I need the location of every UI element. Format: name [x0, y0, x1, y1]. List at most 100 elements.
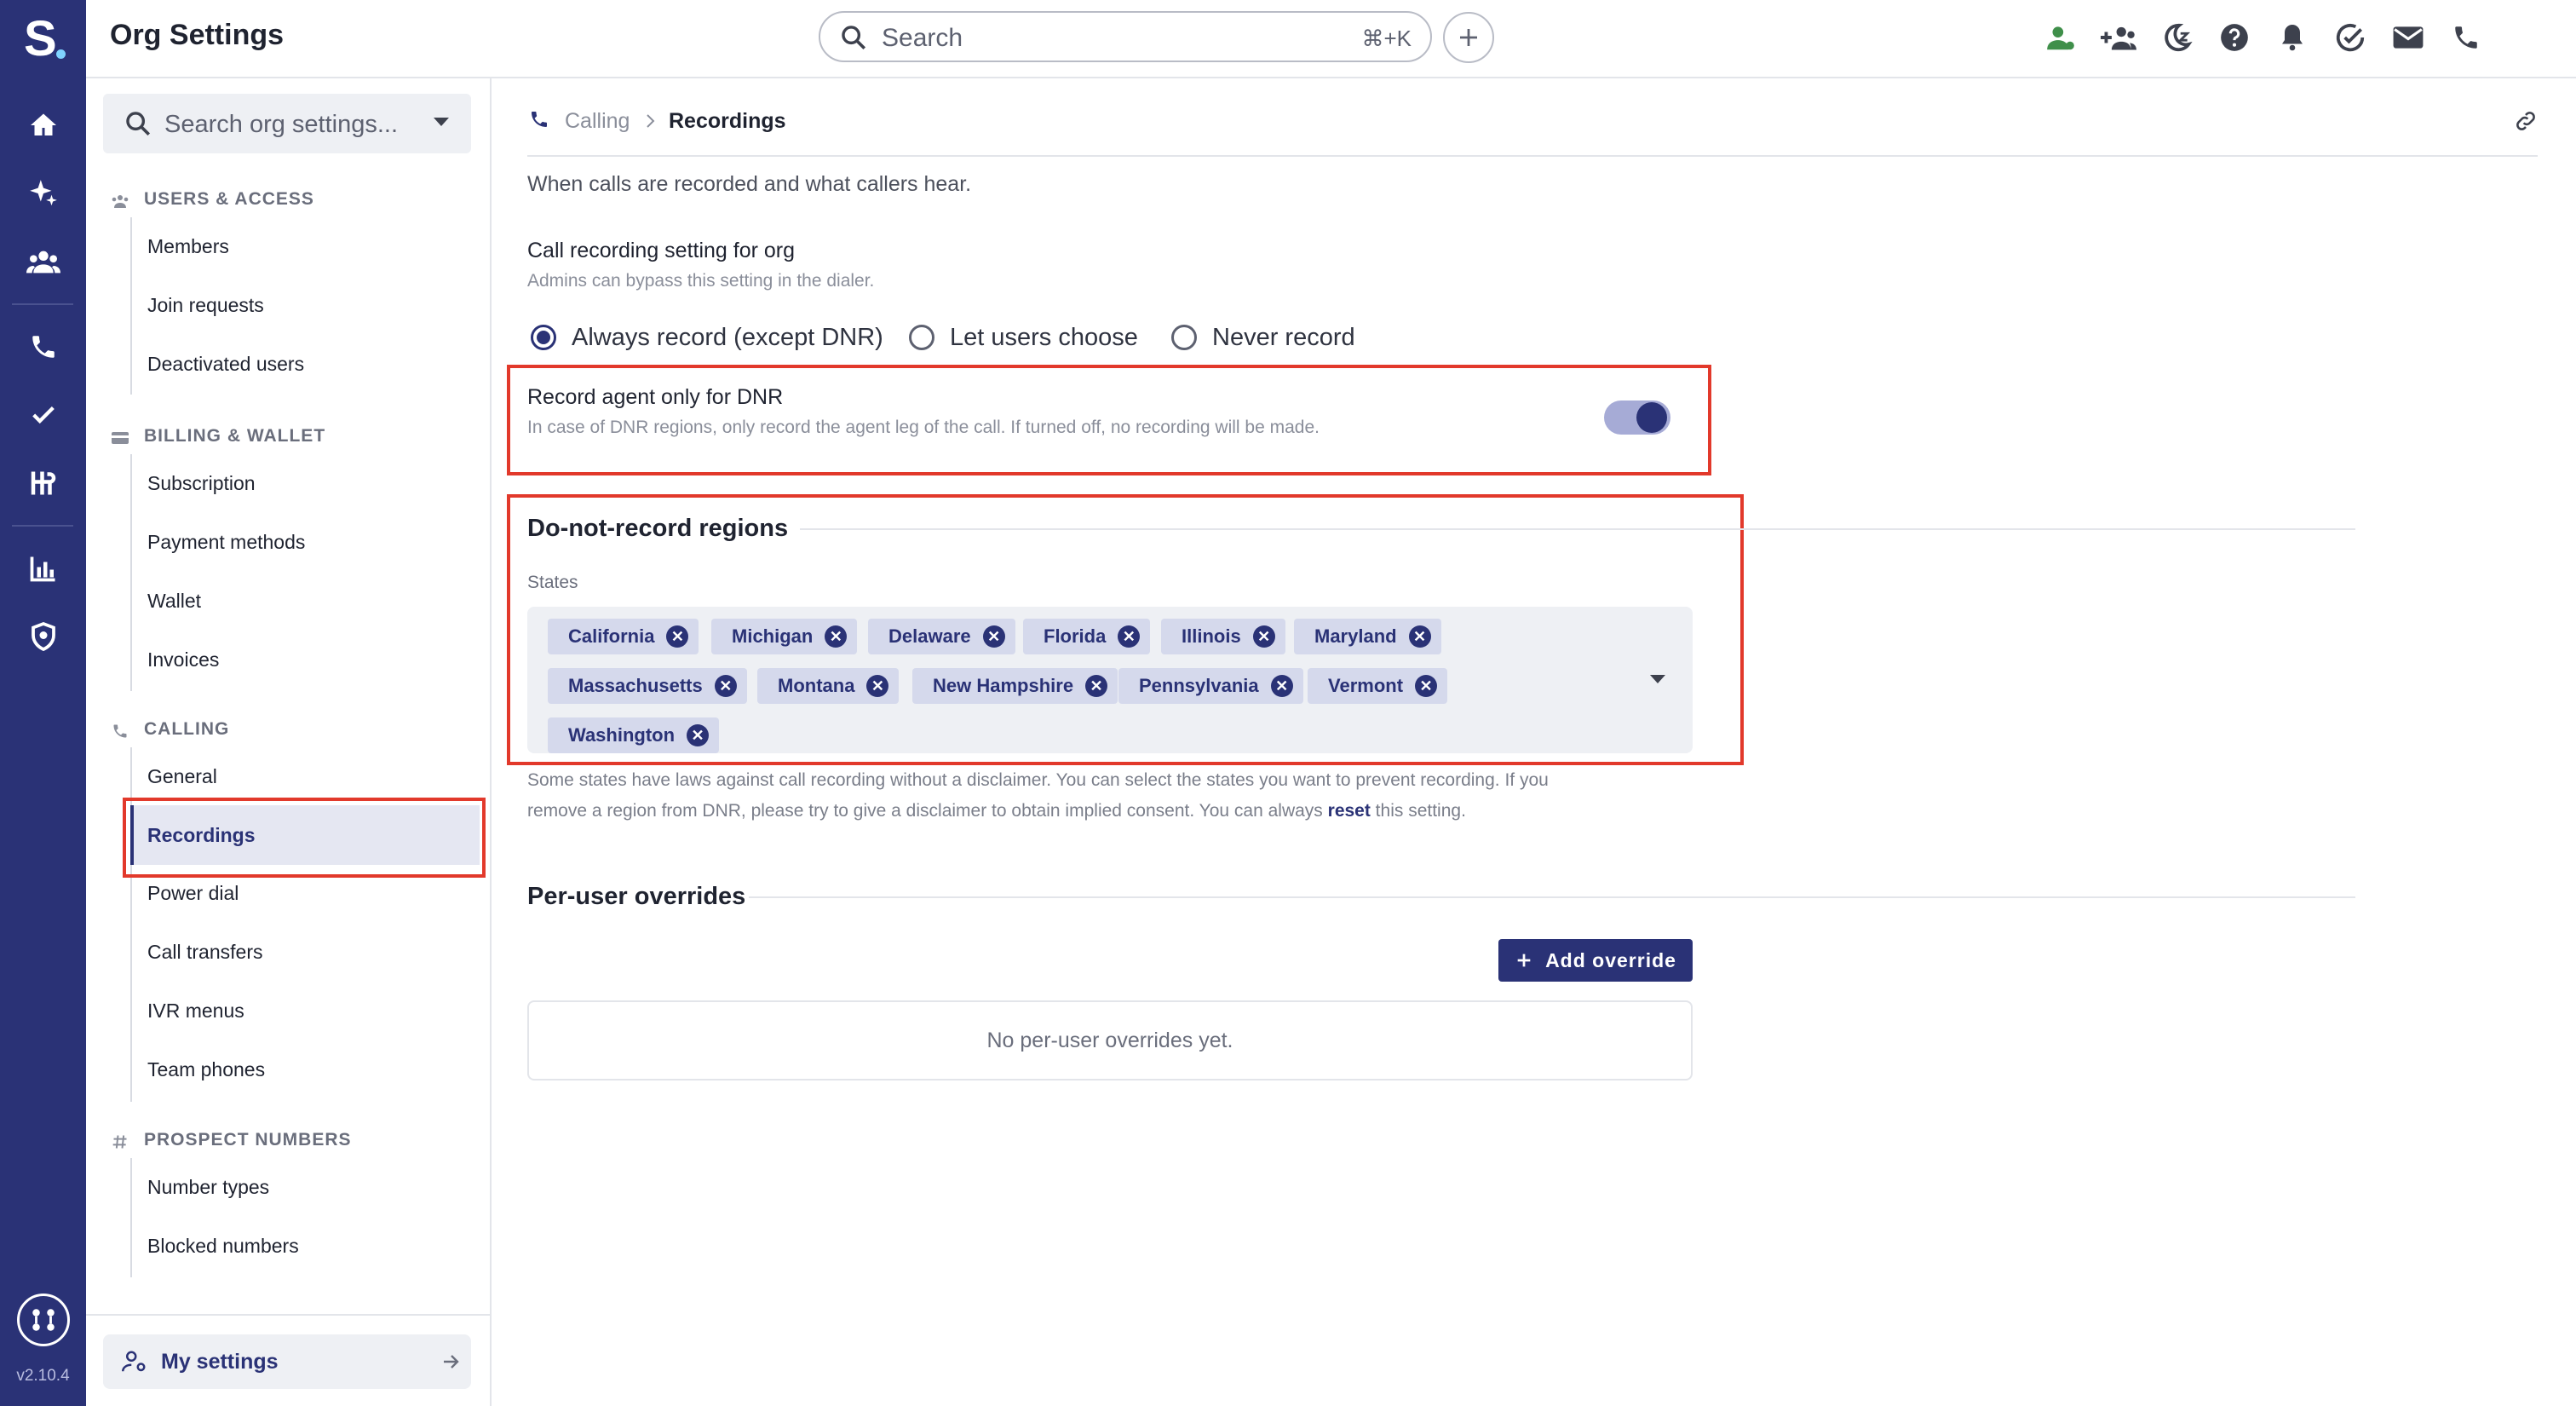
recording-setting-sublabel: Admins can bypass this setting in the di…	[527, 271, 875, 291]
mail-icon[interactable]	[2388, 17, 2429, 58]
sidebar-item-join-requests[interactable]: Join requests	[135, 279, 476, 331]
recording-setting-label: Call recording setting for org	[527, 239, 796, 262]
rail-divider	[12, 303, 73, 305]
overrides-section-title: Per-user overrides	[527, 883, 746, 910]
tasks-done-icon[interactable]	[2330, 17, 2371, 58]
bell-icon[interactable]	[2272, 17, 2313, 58]
page-description: When calls are recorded and what callers…	[527, 172, 972, 196]
help-text: remove a region from DNR, please try to …	[527, 801, 1328, 821]
recordings-highlight-box	[123, 798, 486, 878]
add-override-label: Add override	[1545, 948, 1676, 971]
integrations-icon[interactable]	[17, 1294, 70, 1346]
chip-label: Vermont	[1328, 675, 1404, 696]
chip-label: Montana	[778, 675, 855, 696]
help-icon[interactable]	[2214, 17, 2255, 58]
sidebar-item-blocked-numbers[interactable]: Blocked numbers	[135, 1220, 476, 1271]
sidebar-item-call-transfers[interactable]: Call transfers	[135, 926, 476, 977]
sequence-icon[interactable]	[26, 465, 61, 501]
sparkle-icon[interactable]	[26, 176, 61, 211]
sidebar-item-deactivated-users[interactable]: Deactivated users	[135, 338, 476, 389]
do-not-disturb-icon[interactable]	[2156, 17, 2197, 58]
state-chip: Massachusetts ✕	[548, 668, 747, 704]
sidebar-item-number-types[interactable]: Number types	[135, 1161, 476, 1213]
chevron-down-icon[interactable]	[432, 116, 451, 128]
state-chip: Washington ✕	[548, 717, 720, 753]
remove-chip-icon[interactable]: ✕	[982, 625, 1005, 648]
radio-circle	[909, 325, 934, 350]
my-settings-button[interactable]: My settings	[103, 1334, 471, 1389]
sidebar-item-payment-methods[interactable]: Payment methods	[135, 516, 476, 568]
remove-chip-icon[interactable]: ✕	[1085, 675, 1108, 697]
settings-search-input[interactable]: Search org settings...	[103, 94, 471, 153]
search-shortcut: ⌘+K	[1361, 26, 1412, 51]
chevron-down-icon[interactable]	[1648, 673, 1667, 685]
state-chip: Michigan ✕	[711, 619, 858, 654]
radio-circle-selected	[531, 325, 556, 350]
plus-icon	[1460, 29, 1477, 46]
top-bar: Org Settings Search ⌘+K	[86, 0, 2576, 78]
app-logo[interactable]: S	[24, 12, 57, 66]
radio-circle	[1171, 325, 1197, 350]
arrow-right-icon	[444, 1355, 459, 1369]
record-agent-toggle[interactable]	[1604, 400, 1670, 435]
user-status-icon[interactable]	[2040, 17, 2081, 58]
remove-chip-icon[interactable]: ✕	[1270, 675, 1293, 697]
remove-chip-icon[interactable]: ✕	[1252, 625, 1275, 648]
check-icon[interactable]	[26, 397, 61, 433]
section-title-prospect-numbers: PROSPECT NUMBERS	[144, 1130, 352, 1150]
logo-dot	[56, 49, 66, 59]
link-icon[interactable]	[2514, 109, 2538, 133]
add-team-icon[interactable]	[2098, 17, 2139, 58]
sidebar-item-invoices[interactable]: Invoices	[135, 634, 476, 685]
record-agent-sublabel: In case of DNR regions, only record the …	[527, 418, 1320, 437]
remove-chip-icon[interactable]: ✕	[714, 675, 737, 697]
calling-section-icon	[108, 719, 132, 743]
add-override-button[interactable]: Add override	[1498, 939, 1693, 982]
home-icon[interactable]	[26, 107, 61, 143]
section-guide-line	[130, 1158, 132, 1277]
remove-chip-icon[interactable]: ✕	[1408, 625, 1431, 648]
section-guide-line	[130, 454, 132, 691]
remove-chip-icon[interactable]: ✕	[866, 675, 889, 697]
shield-icon[interactable]	[26, 619, 61, 654]
remove-chip-icon[interactable]: ✕	[1415, 675, 1438, 697]
sidebar-item-wallet[interactable]: Wallet	[135, 575, 476, 626]
plus-icon	[1517, 954, 1531, 967]
radio-always-record[interactable]: Always record (except DNR)	[531, 320, 883, 354]
create-button[interactable]	[1443, 12, 1494, 63]
dialer-phone-icon[interactable]	[2446, 17, 2487, 58]
remove-chip-icon[interactable]: ✕	[1118, 625, 1141, 648]
remove-chip-icon[interactable]: ✕	[825, 625, 848, 648]
chip-label: Michigan	[732, 625, 814, 647]
sidebar-item-ivr-menus[interactable]: IVR menus	[135, 985, 476, 1036]
states-multiselect[interactable]: California ✕ Michigan ✕ Delaware ✕ Florida ✕…	[527, 607, 1693, 753]
team-icon[interactable]	[26, 244, 61, 279]
sidebar-item-members[interactable]: Members	[135, 221, 476, 272]
sidebar-item-general[interactable]: General	[135, 751, 476, 802]
overrides-empty-state: No per-user overrides yet.	[527, 1000, 1693, 1080]
breadcrumb-parent[interactable]: Calling	[565, 109, 630, 134]
section-title-billing-wallet: BILLING & WALLET	[144, 426, 326, 446]
global-search-input[interactable]: Search ⌘+K	[819, 11, 1432, 62]
app-version: v2.10.4	[16, 1367, 70, 1385]
remove-chip-icon[interactable]: ✕	[687, 724, 710, 746]
main-content: Calling Recordings When calls are record…	[493, 78, 2576, 1406]
reset-link[interactable]: reset	[1328, 801, 1371, 821]
sidebar-item-subscription[interactable]: Subscription	[135, 458, 476, 509]
state-chip: Illinois ✕	[1161, 619, 1285, 654]
radio-never-record[interactable]: Never record	[1171, 320, 1355, 354]
app-rail: S v2.10.4	[0, 0, 86, 1406]
radio-label: Never record	[1212, 323, 1355, 351]
chip-label: California	[568, 625, 655, 647]
remove-chip-icon[interactable]: ✕	[666, 625, 689, 648]
dnr-section-title: Do-not-record regions	[527, 515, 789, 542]
chevron-right-icon	[647, 114, 655, 128]
chip-label: Florida	[1044, 625, 1107, 647]
phone-icon[interactable]	[26, 329, 61, 365]
sidebar-item-team-phones[interactable]: Team phones	[135, 1044, 476, 1095]
rail-divider	[12, 525, 73, 527]
analytics-icon[interactable]	[26, 550, 61, 586]
radio-let-users-choose[interactable]: Let users choose	[909, 320, 1138, 354]
section-title-users-access: USERS & ACCESS	[144, 189, 314, 209]
state-chip: Delaware ✕	[868, 619, 1015, 654]
